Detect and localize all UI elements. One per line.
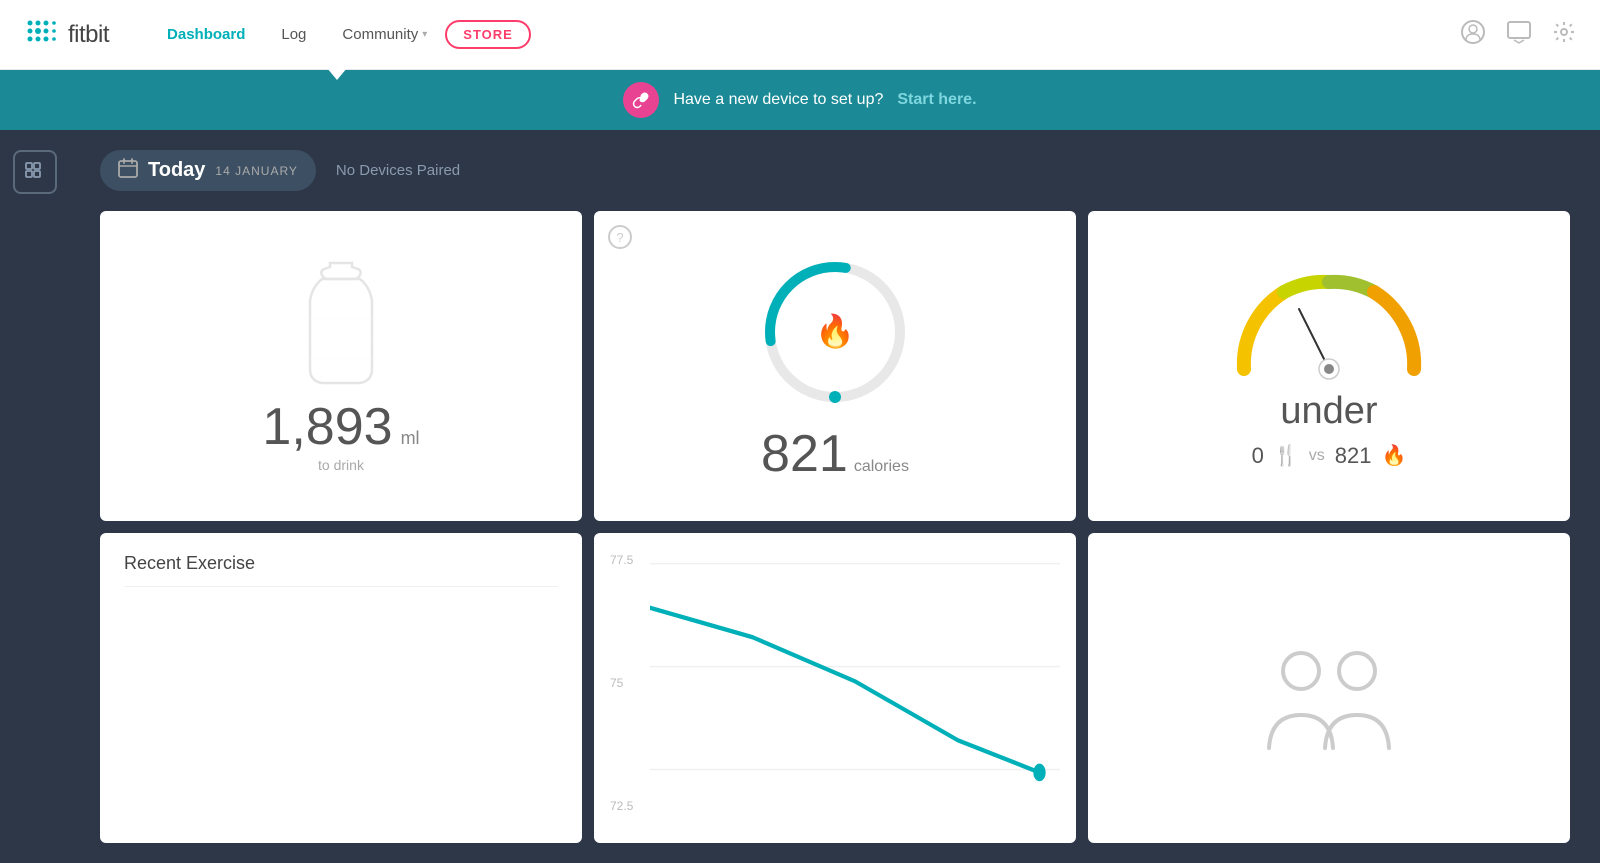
weight-chart-card: 77.5 75 72.5	[594, 533, 1076, 843]
recent-exercise-title: Recent Exercise	[124, 553, 255, 574]
friends-card	[1088, 533, 1570, 843]
nav-community[interactable]: Community ▾	[324, 18, 445, 51]
svg-text:🔥: 🔥	[815, 313, 855, 349]
calendar-icon	[118, 158, 138, 183]
nav-log[interactable]: Log	[263, 18, 324, 51]
header-actions	[1460, 19, 1576, 51]
header: fitbit Dashboard Log Community ▾ STORE	[0, 0, 1600, 70]
setup-banner: Have a new device to set up? Start here.	[0, 70, 1600, 130]
date-bar: Today 14 JANUARY No Devices Paired	[100, 150, 1570, 191]
main-area: Today 14 JANUARY No Devices Paired 1,893	[0, 130, 1600, 863]
divider	[124, 586, 558, 587]
fitbit-logo-icon	[24, 17, 60, 53]
y-label-2: 75	[610, 676, 642, 690]
chart-container: 77.5 75 72.5	[610, 549, 1060, 843]
help-icon[interactable]: ?	[608, 225, 632, 249]
settings-icon[interactable]	[1552, 20, 1576, 50]
fire-icon-balance: 🔥	[1381, 443, 1406, 468]
store-button[interactable]: STORE	[445, 20, 531, 49]
recent-exercise-card: Recent Exercise	[100, 533, 582, 843]
community-dropdown-icon: ▾	[422, 29, 427, 40]
food-calories-value: 0	[1252, 443, 1264, 469]
water-card: 1,893 ml to drink	[100, 211, 582, 521]
calories-burned-card: ? 🔥 821 calories	[594, 211, 1076, 521]
main-nav: Dashboard Log Community ▾ STORE	[149, 18, 1460, 51]
sidebar	[0, 130, 70, 863]
vs-label: vs	[1309, 447, 1325, 465]
chart-plot-area	[650, 549, 1060, 843]
water-label: to drink	[318, 457, 364, 473]
friends-silhouettes-icon	[1249, 643, 1409, 753]
y-label-3: 72.5	[610, 799, 642, 813]
burned-calories-balance: 821	[1335, 443, 1372, 469]
date-value: 14 JANUARY	[215, 164, 297, 178]
message-icon[interactable]	[1506, 20, 1532, 50]
banner-start-link[interactable]: Start here.	[897, 91, 976, 109]
no-devices-text: No Devices Paired	[336, 162, 460, 179]
calorie-balance-row: 0 🍴 vs 821 🔥	[1252, 443, 1407, 469]
water-unit: ml	[401, 428, 420, 449]
date-picker[interactable]: Today 14 JANUARY	[100, 150, 316, 191]
calories-unit: calories	[854, 458, 909, 476]
nav-active-arrow	[327, 68, 347, 80]
logo-area: fitbit	[24, 17, 109, 53]
nav-dashboard[interactable]: Dashboard	[149, 18, 263, 51]
calories-ring: 🔥	[755, 252, 915, 412]
water-bottle-icon	[296, 259, 386, 389]
calorie-balance-card: under 0 🍴 vs 821 🔥	[1088, 211, 1570, 521]
banner-link-icon	[623, 82, 659, 118]
gauge-icon	[1219, 264, 1439, 384]
y-label-1: 77.5	[610, 553, 642, 567]
balance-status: under	[1280, 390, 1377, 433]
water-amount: 1,893	[262, 401, 392, 453]
water-value-display: 1,893 ml	[262, 401, 419, 453]
chart-y-axis: 77.5 75 72.5	[610, 549, 650, 843]
user-icon[interactable]	[1460, 19, 1486, 51]
today-label: Today	[148, 159, 205, 182]
weight-chart-svg	[650, 549, 1060, 843]
logo-text: fitbit	[68, 21, 109, 49]
banner-text: Have a new device to set up?	[673, 91, 883, 109]
calories-value: 821	[761, 428, 848, 480]
fork-knife-icon: 🍴	[1274, 443, 1299, 468]
dashboard-content: Today 14 JANUARY No Devices Paired 1,893	[70, 130, 1600, 863]
dashboard-cards: 1,893 ml to drink ?	[100, 211, 1570, 843]
sidebar-grid-button[interactable]	[13, 150, 57, 194]
calories-display: 821 calories	[761, 428, 909, 480]
